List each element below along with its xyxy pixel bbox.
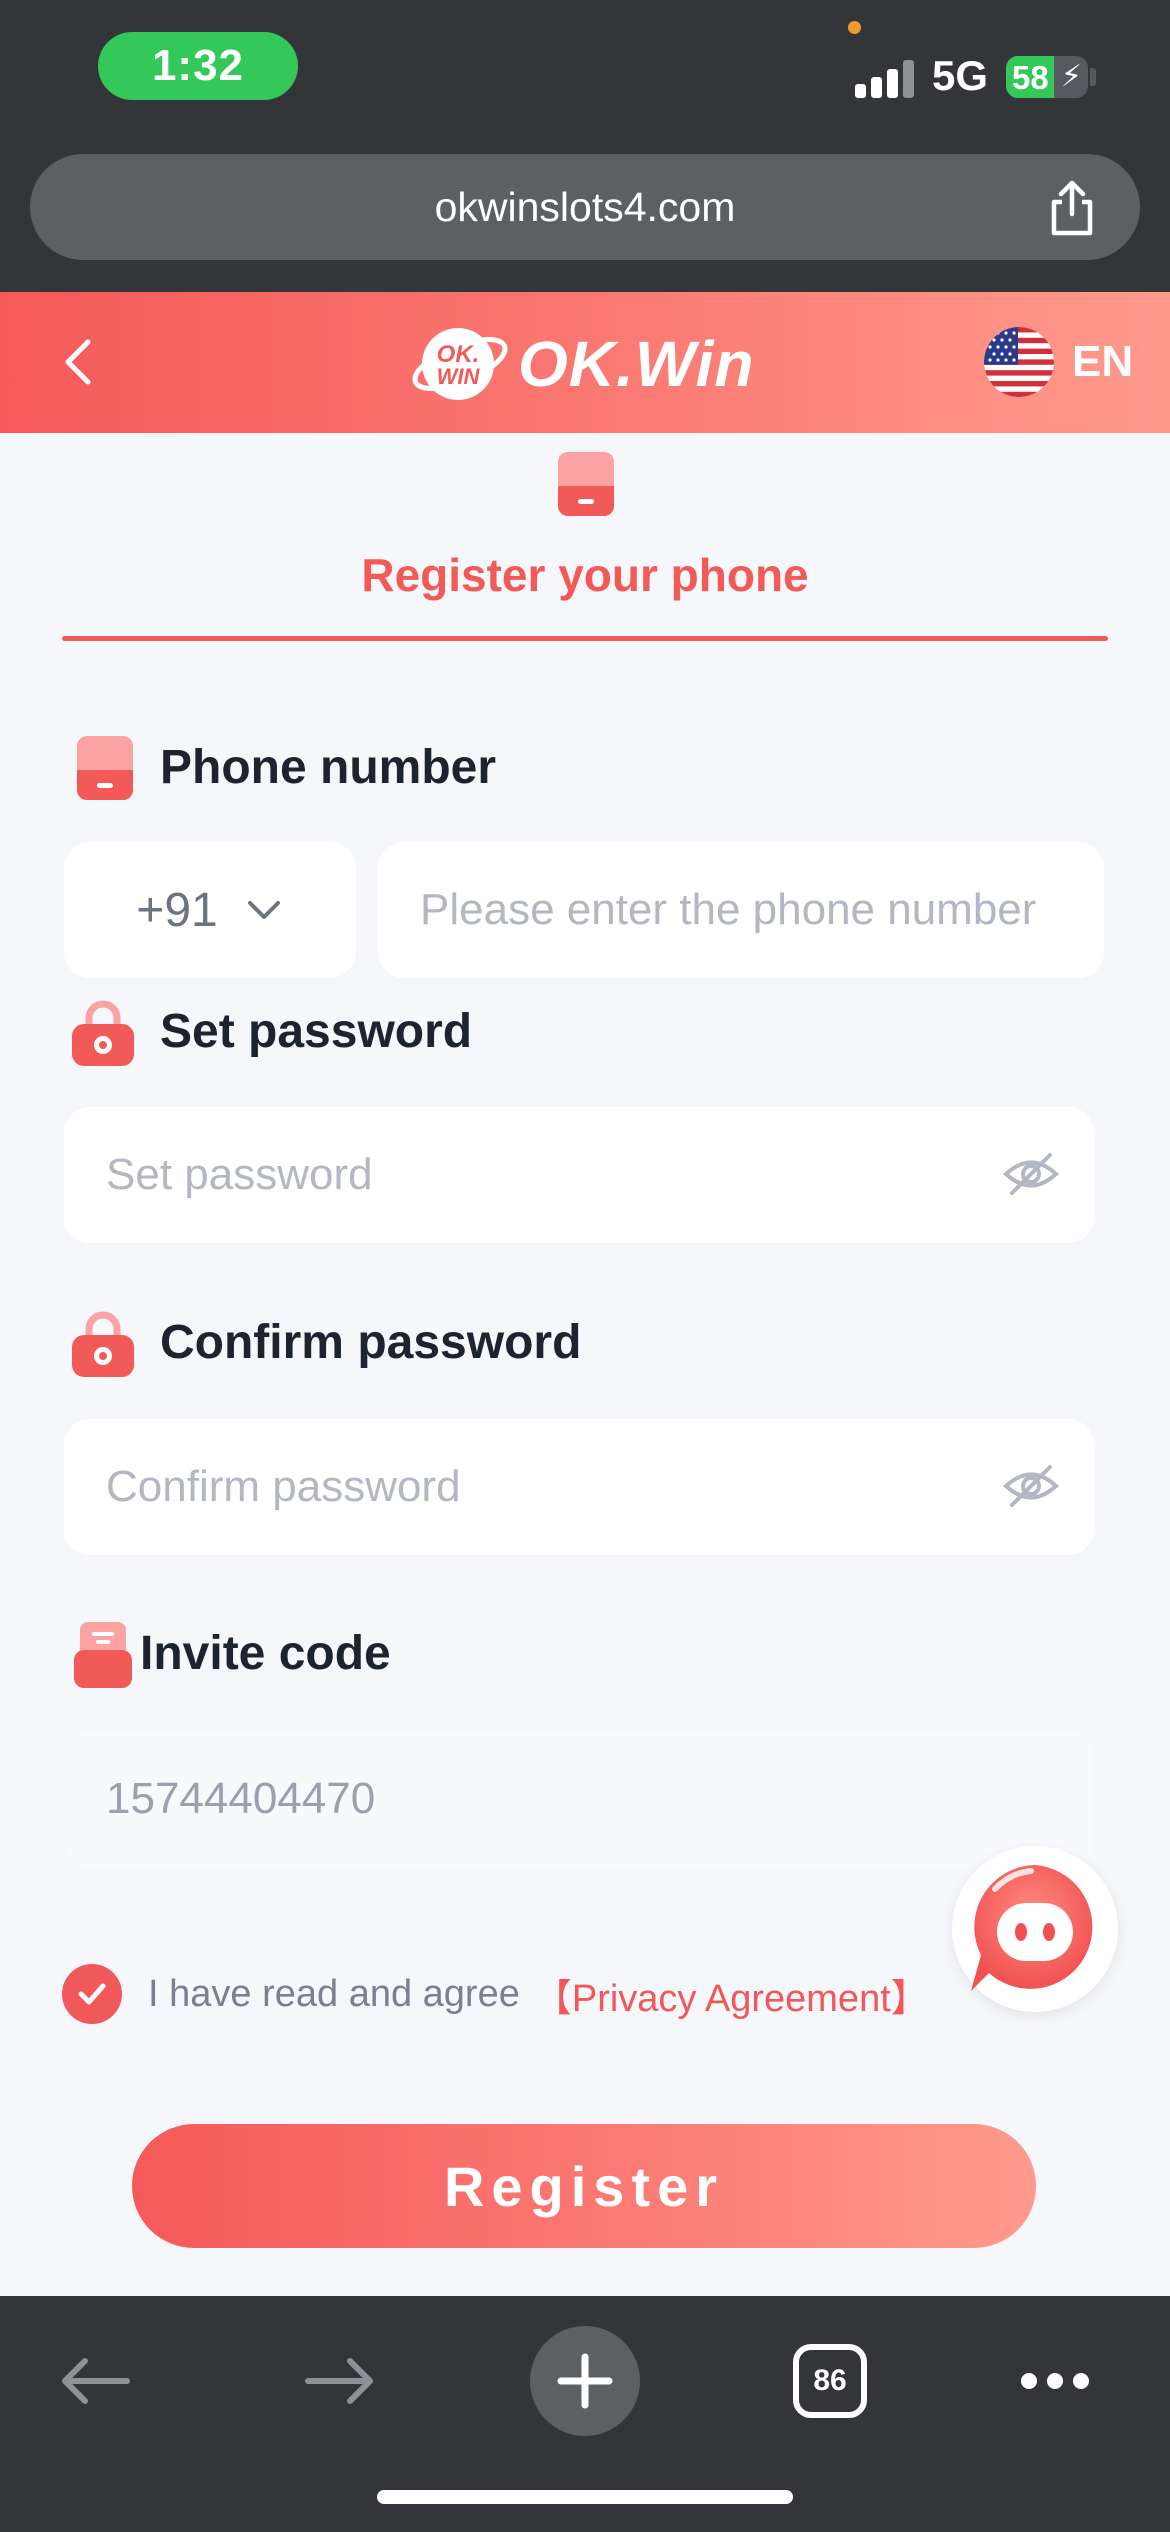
share-icon[interactable] bbox=[1042, 178, 1102, 238]
language-selector[interactable]: EN bbox=[984, 327, 1133, 397]
arrow-right-icon[interactable] bbox=[300, 2351, 380, 2411]
lock-icon bbox=[72, 1311, 134, 1377]
svg-text:WIN: WIN bbox=[437, 364, 481, 389]
privacy-agreement-link[interactable]: 【Privacy Agreement】 bbox=[534, 1967, 929, 2022]
battery-cap bbox=[1090, 68, 1096, 86]
confirm-password-label: Confirm password bbox=[160, 1316, 582, 1369]
chat-support-icon[interactable] bbox=[965, 1859, 1105, 1999]
agree-checkbox[interactable] bbox=[62, 1964, 122, 2024]
chevron-down-icon[interactable] bbox=[244, 890, 284, 930]
status-time: 1:32 bbox=[98, 32, 298, 100]
url-text[interactable]: okwinslots4.com bbox=[435, 184, 736, 231]
agreement-row: I have read and agree 【Privacy Agreement… bbox=[62, 1964, 929, 2024]
tab-active-underline bbox=[62, 636, 1108, 641]
phone-number-label: Phone number bbox=[160, 741, 497, 794]
invite-code-field[interactable] bbox=[64, 1731, 1094, 1867]
plus-icon[interactable] bbox=[555, 2351, 615, 2411]
privacy-indicator-dot bbox=[848, 21, 861, 34]
chat-support-button[interactable] bbox=[952, 1846, 1118, 2012]
nav-forward-button[interactable] bbox=[285, 2326, 395, 2436]
confirm-password-field[interactable] bbox=[64, 1419, 1094, 1555]
nav-back-button[interactable] bbox=[40, 2326, 150, 2436]
more-menu-button[interactable] bbox=[1000, 2326, 1110, 2436]
eye-off-icon[interactable] bbox=[1002, 1149, 1060, 1199]
logo-text: OK.Win bbox=[518, 328, 755, 400]
checkmark-icon[interactable] bbox=[74, 1976, 110, 2012]
phone-number-input[interactable] bbox=[378, 885, 1104, 935]
set-password-field[interactable] bbox=[64, 1107, 1094, 1243]
tabs-count[interactable]: 86 bbox=[793, 2344, 867, 2418]
charging-bolt-icon: ⚡ bbox=[1060, 60, 1082, 93]
battery-percent: 58 bbox=[1012, 59, 1049, 96]
app-header: OK. WIN OK.Win EN bbox=[0, 292, 1170, 433]
confirm-password-input[interactable] bbox=[64, 1462, 1094, 1512]
okwin-logo: OK. WIN OK.Win bbox=[408, 314, 755, 414]
phone-number-field[interactable] bbox=[378, 842, 1104, 978]
logo-badge-icon: OK. WIN bbox=[412, 328, 508, 400]
register-button[interactable]: Register bbox=[132, 2124, 1036, 2248]
status-bar: 1:32 5G 58 ⚡ bbox=[0, 0, 1170, 145]
back-chevron-icon[interactable] bbox=[50, 332, 110, 392]
country-code-select[interactable]: +91 bbox=[64, 842, 356, 978]
lock-icon bbox=[72, 1000, 134, 1066]
set-password-label: Set password bbox=[160, 1005, 473, 1058]
network-type: 5G bbox=[932, 52, 989, 99]
new-tab-button[interactable] bbox=[530, 2326, 640, 2436]
invite-icon bbox=[74, 1622, 132, 1688]
tab-register-phone[interactable]: Register your phone bbox=[0, 548, 1170, 602]
phone-icon bbox=[77, 736, 133, 800]
phone-tab-icon bbox=[558, 452, 614, 516]
cellular-signal-icon bbox=[855, 58, 915, 98]
set-password-input[interactable] bbox=[64, 1150, 1094, 1200]
address-bar[interactable]: okwinslots4.com bbox=[30, 154, 1140, 260]
country-code-value[interactable]: +91 bbox=[136, 883, 217, 938]
eye-off-icon[interactable] bbox=[1002, 1461, 1060, 1511]
invite-code-input[interactable] bbox=[64, 1774, 1094, 1824]
agree-text: I have read and agree bbox=[148, 1972, 520, 2015]
invite-code-label: Invite code bbox=[140, 1627, 391, 1680]
us-flag-icon[interactable] bbox=[984, 327, 1054, 397]
language-label[interactable]: EN bbox=[1072, 337, 1133, 387]
more-icon[interactable] bbox=[1015, 2366, 1095, 2396]
arrow-left-icon[interactable] bbox=[55, 2351, 135, 2411]
home-indicator bbox=[377, 2490, 793, 2504]
battery-icon: 58 ⚡ bbox=[1006, 56, 1088, 98]
tabs-button[interactable]: 86 bbox=[775, 2326, 885, 2436]
